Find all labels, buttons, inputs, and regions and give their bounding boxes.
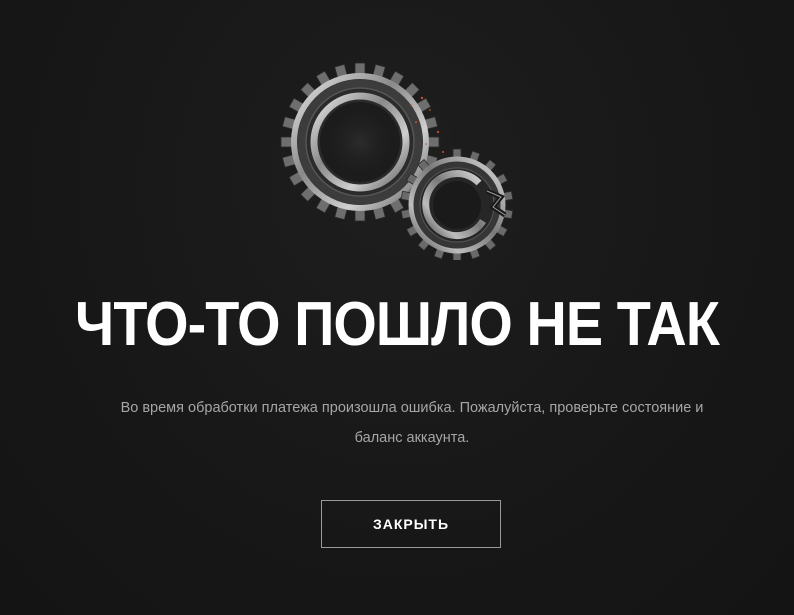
broken-gears-icon: [280, 60, 530, 262]
error-title: ЧТО-ТО ПОШЛО НЕ ТАК: [75, 290, 720, 359]
error-message: Во время обработки платежа произошла оши…: [120, 400, 704, 446]
close-button[interactable]: ЗАКРЫТЬ: [321, 500, 501, 548]
error-dialog: ЧТО-ТО ПОШЛО НЕ ТАК Во время обработки п…: [0, 0, 794, 615]
